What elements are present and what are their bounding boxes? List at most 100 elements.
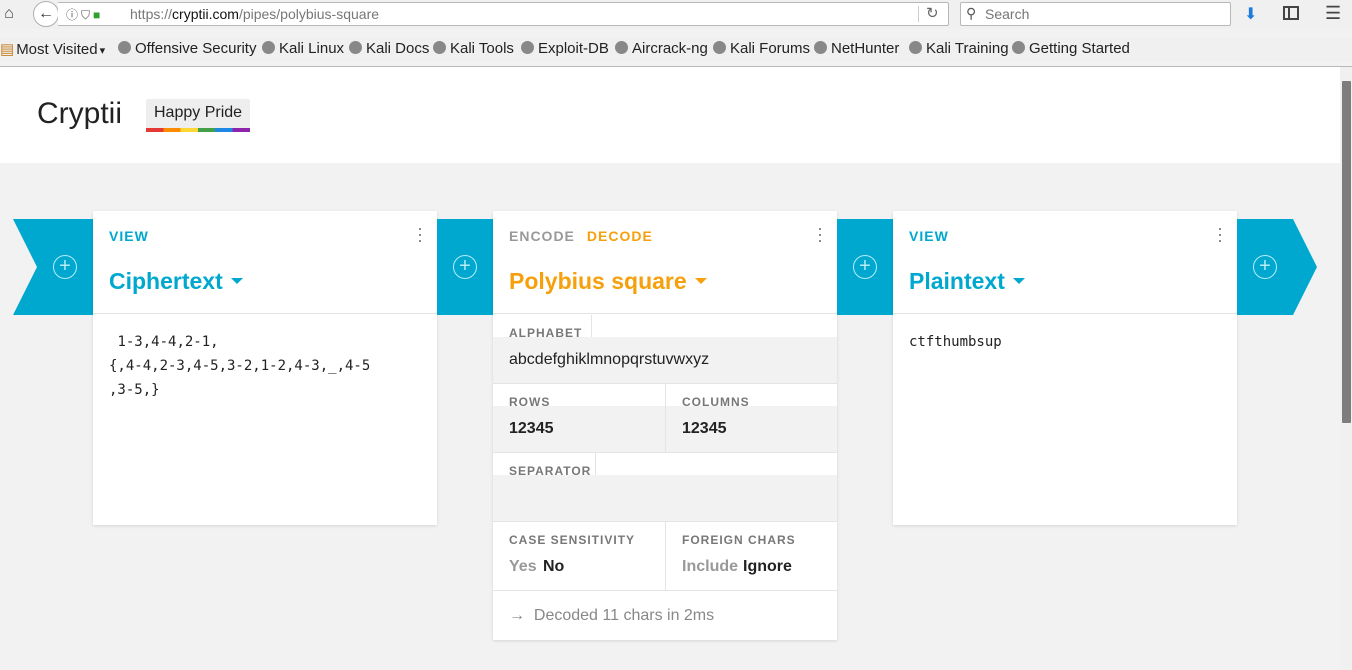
browser-toolbar: ⌂ ← ⓘ⛉■ https://cryptii.com/pipes/polybi… (0, 0, 1352, 29)
alphabet-setting: ALPHABET abcdefghiklmnopqrstuvwxyz (493, 315, 837, 384)
bookmark-kali-tools[interactable]: Kali Tools (433, 40, 514, 57)
bookmark-getting-started[interactable]: Getting Started (1012, 40, 1130, 57)
case-foreign-settings: CASE SENSITIVITY FOREIGN CHARS Yes No In… (493, 522, 837, 591)
polybius-title-label: Polybius square (509, 268, 687, 294)
foreign-ignore-option[interactable]: Ignore (743, 558, 792, 576)
column-divider (665, 522, 666, 590)
lock-icon: ■ (93, 8, 104, 22)
status-text: Decoded 11 chars in 2ms (533, 607, 715, 624)
reload-icon[interactable]: ↻ (926, 4, 939, 22)
globe-icon (1012, 41, 1025, 54)
bookmark-kali-forums[interactable]: Kali Forums (713, 40, 810, 57)
bookmark-exploit-db[interactable]: Exploit-DB (521, 40, 609, 57)
add-brick-icon[interactable]: + (453, 255, 477, 279)
back-button[interactable]: ← (33, 1, 59, 27)
caret-down-icon (230, 278, 243, 284)
alphabet-field[interactable]: abcdefghiklmnopqrstuvwxyz (493, 337, 837, 383)
plaintext-title[interactable]: Plaintext (909, 268, 1025, 295)
separator-setting: SEPARATOR (493, 453, 837, 522)
app-header: Cryptii Happy Pride (0, 67, 1340, 163)
ciphertext-title[interactable]: Ciphertext (109, 268, 243, 295)
site-info-icons[interactable]: ⓘ⛉■ (66, 6, 103, 23)
globe-icon (713, 41, 726, 54)
bookmark-kali-training[interactable]: Kali Training (909, 40, 1009, 57)
add-brick-icon[interactable]: + (53, 255, 77, 279)
rainbow-stripe (146, 128, 251, 132)
foreign-include-option[interactable]: Include (682, 558, 738, 576)
arrow-right-icon: → (509, 607, 525, 624)
separator-field[interactable] (493, 475, 837, 521)
status-message: → Decoded 11 chars in 2ms (509, 607, 714, 625)
polybius-brick: ENCODE DECODE · · · Polybius square ALPHABE… (493, 211, 837, 640)
brick-header: VIEW · · · Ciphertext (93, 211, 437, 314)
pride-badge[interactable]: Happy Pride (146, 99, 251, 132)
url-text[interactable]: https://cryptii.com/pipes/polybius-squar… (130, 6, 379, 22)
more-vert-icon[interactable]: · · · (817, 219, 823, 249)
ciphertext-brick: VIEW · · · Ciphertext 1-3,4-4,2-1, {,4-4,2… (93, 211, 437, 525)
globe-icon (814, 41, 827, 54)
home-icon[interactable]: ⌂ (0, 3, 18, 25)
chevron-down-icon: ▾ (99, 45, 106, 57)
plaintext-brick: VIEW · · · Plaintext ctfthumbsup (893, 211, 1237, 525)
more-vert-icon[interactable]: · · · (417, 219, 423, 249)
add-brick-icon[interactable]: + (1253, 255, 1277, 279)
globe-icon (615, 41, 628, 54)
columns-field[interactable]: 12345 (682, 420, 727, 438)
page-content: Cryptii Happy Pride + VIEW · · · Ciphertex… (0, 67, 1340, 670)
shield-icon: ⛉ (81, 8, 94, 22)
ciphertext-title-label: Ciphertext (109, 268, 223, 294)
encode-mode-button[interactable]: ENCODE (509, 228, 575, 244)
decode-mode-button[interactable]: DECODE (587, 228, 653, 244)
bookmark-aircrack-ng[interactable]: Aircrack-ng (615, 40, 708, 57)
view-mode-label[interactable]: VIEW (909, 228, 949, 244)
rows-field[interactable]: 12345 (509, 420, 554, 438)
globe-icon (118, 41, 131, 54)
plaintext-textarea[interactable]: ctfthumbsup (909, 330, 1223, 354)
alphabet-value: abcdefghiklmnopqrstuvwxyz (509, 351, 710, 368)
column-divider (665, 384, 666, 452)
globe-icon (349, 41, 362, 54)
view-mode-label[interactable]: VIEW (109, 228, 149, 244)
search-icon: ⚲ (966, 5, 977, 21)
ciphertext-textarea[interactable]: 1-3,4-4,2-1, {,4-4,2-3,4-5,3-2,1-2,4-3,_… (109, 330, 423, 402)
case-sensitivity-label: CASE SENSITIVITY (509, 533, 636, 547)
bookmarks-toolbar: ▤ Most Visited ▾ Offensive Security Kali L… (0, 38, 1352, 62)
polybius-title[interactable]: Polybius square (509, 268, 707, 295)
download-icon[interactable]: ⬇ (1244, 4, 1257, 24)
scrollbar-thumb[interactable] (1342, 81, 1351, 423)
hamburger-menu-icon[interactable]: ☰ (1325, 4, 1341, 22)
bookmark-kali-linux[interactable]: Kali Linux (262, 40, 344, 57)
globe-icon (521, 41, 534, 54)
bookmark-most-visited[interactable]: ▤ Most Visited ▾ (0, 40, 105, 58)
more-vert-icon[interactable]: · · · (1217, 219, 1223, 249)
add-brick-icon[interactable]: + (853, 255, 877, 279)
url-bar[interactable]: ⓘ⛉■ https://cryptii.com/pipes/polybius-s… (58, 2, 949, 26)
bookmark-nethunter[interactable]: NetHunter (814, 40, 899, 57)
bookmark-kali-docs[interactable]: Kali Docs (349, 40, 429, 57)
bookmark-offensive-security[interactable]: Offensive Security (118, 40, 256, 57)
label-notch (595, 453, 596, 475)
case-yes-option[interactable]: Yes (509, 558, 537, 576)
pipe-end-arrow (1237, 219, 1317, 315)
brick-header: ENCODE DECODE · · · Polybius square (493, 211, 837, 314)
app-logo[interactable]: Cryptii (37, 97, 122, 131)
plaintext-title-label: Plaintext (909, 268, 1005, 294)
folder-icon: ▤ (0, 41, 15, 58)
pride-badge-label: Happy Pride (154, 104, 243, 121)
page-scrollbar[interactable] (1340, 67, 1352, 670)
case-no-option[interactable]: No (543, 558, 564, 576)
foreign-chars-label: FOREIGN CHARS (682, 533, 796, 547)
rows-columns-settings: ROWS COLUMNS 12345 12345 (493, 384, 837, 453)
label-notch (591, 315, 592, 337)
caret-down-icon (1012, 278, 1025, 284)
caret-down-icon (694, 278, 707, 284)
globe-icon (433, 41, 446, 54)
mode-switch: ENCODE DECODE (509, 228, 653, 244)
brick-header: VIEW · · · Plaintext (893, 211, 1237, 314)
url-divider (918, 6, 919, 22)
globe-icon (262, 41, 275, 54)
globe-icon (909, 41, 922, 54)
sidebar-icon[interactable] (1283, 6, 1299, 20)
search-bar[interactable]: ⚲ (960, 2, 1231, 26)
search-input[interactable] (985, 5, 1225, 23)
